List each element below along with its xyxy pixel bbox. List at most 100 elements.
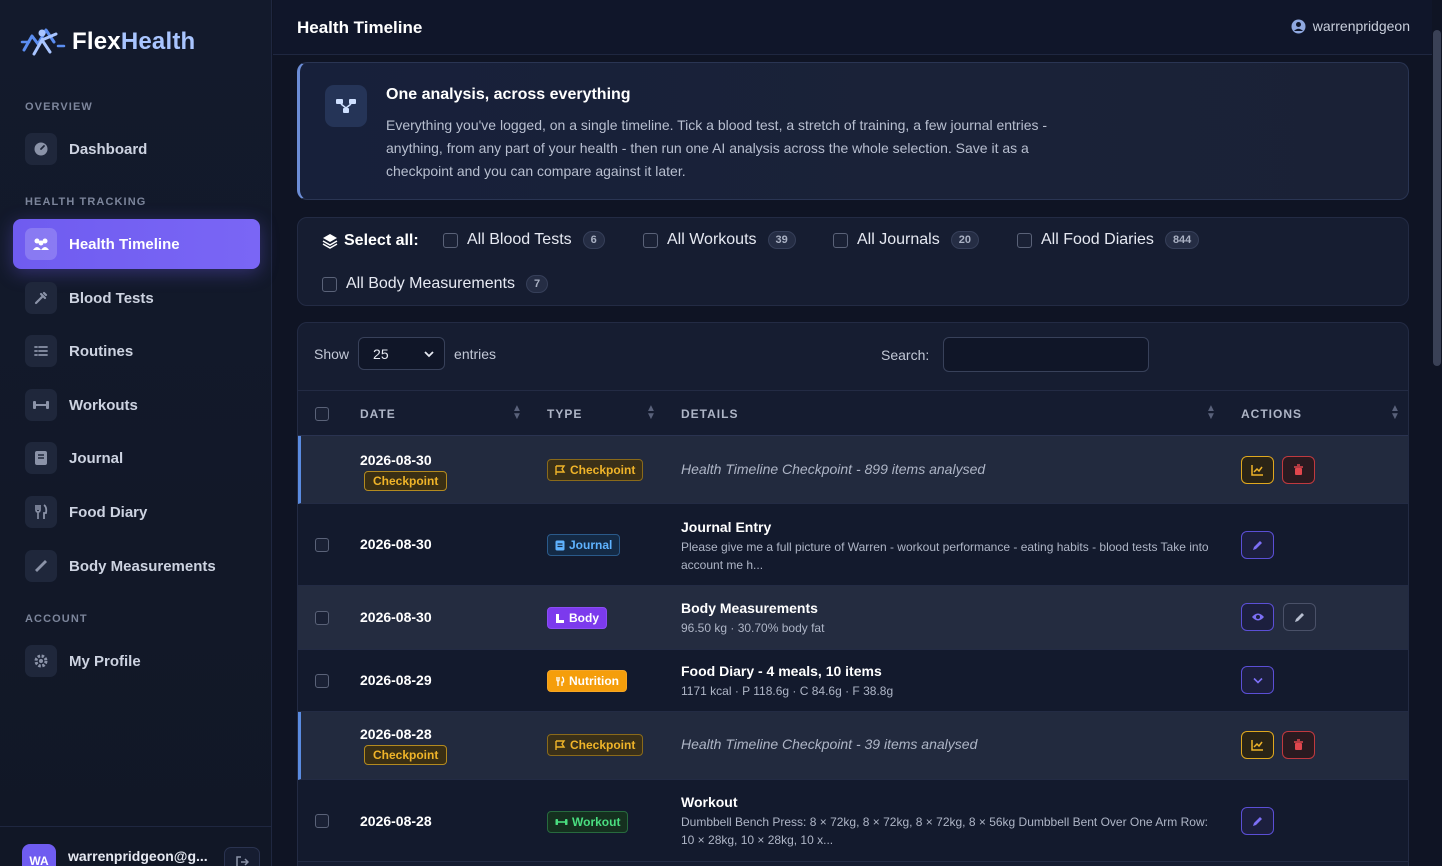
row-details-title: Food Diary - 4 meals, 10 items bbox=[681, 663, 882, 679]
section-label-overview: OVERVIEW bbox=[25, 101, 93, 113]
select-all-workouts[interactable]: All Workouts 39 bbox=[643, 231, 796, 249]
book-icon bbox=[25, 442, 57, 474]
row-checkbox[interactable] bbox=[315, 611, 329, 625]
page-title: Health Timeline bbox=[297, 18, 423, 37]
sidebar: FlexHealth OVERVIEW Dashboard HEALTH TRA… bbox=[0, 0, 272, 866]
row-details-title: Body Measurements bbox=[681, 600, 818, 616]
sidebar-item-label: Dashboard bbox=[69, 140, 148, 158]
section-label-health-tracking: HEALTH TRACKING bbox=[25, 196, 147, 208]
table-row[interactable]: 2026-08-28 Checkpoint Checkpoint Health … bbox=[298, 712, 1408, 780]
table-row[interactable]: 2026-08-30 Checkpoint Checkpoint Health … bbox=[298, 436, 1408, 504]
table-header: DATE ▲ ▼ TYPE ▲ ▼ DETAILS ▲ ▼ ACTIONS ▲ ▼ bbox=[298, 390, 1408, 436]
select-all-food-diaries[interactable]: All Food Diaries 844 bbox=[1017, 231, 1200, 249]
analysis-chart-button[interactable] bbox=[1241, 731, 1274, 759]
info-description: Everything you've logged, on a single ti… bbox=[386, 117, 1048, 179]
row-details: Health Timeline Checkpoint - 39 items an… bbox=[681, 736, 978, 752]
edit-button[interactable] bbox=[1241, 531, 1274, 559]
delete-button[interactable] bbox=[1282, 456, 1315, 484]
sidebar-item-label: Routines bbox=[69, 342, 134, 360]
type-badge: Nutrition bbox=[547, 670, 627, 692]
view-button[interactable] bbox=[1241, 603, 1274, 631]
sidebar-item-dashboard[interactable]: Dashboard bbox=[13, 124, 260, 174]
sidebar-item-label: Workouts bbox=[69, 396, 138, 414]
type-badge: Journal bbox=[547, 534, 621, 556]
table-row[interactable]: 2026-08-30 Journal Journal Entry Please … bbox=[298, 504, 1408, 586]
flexhealth-logo-icon bbox=[20, 28, 66, 56]
sidebar-item-my-profile[interactable]: My Profile bbox=[13, 636, 260, 686]
row-checkbox[interactable] bbox=[315, 814, 329, 828]
sidebar-item-health-timeline[interactable]: Health Timeline bbox=[13, 219, 260, 269]
scrollbar-thumb[interactable] bbox=[1433, 30, 1441, 366]
flag-icon bbox=[555, 464, 566, 475]
username: warrenpridgeon bbox=[1312, 18, 1410, 34]
timeline-table-card: Show 25 entries Search: DATE ▲ ▼ TYPE ▲ ▼ … bbox=[297, 322, 1409, 866]
row-checkbox[interactable] bbox=[315, 674, 329, 688]
sort-icon[interactable]: ▲ ▼ bbox=[512, 404, 522, 422]
row-details-text: Please give me a full picture of Warren … bbox=[681, 540, 1209, 572]
table-row[interactable]: 2026-08-28 Workout Workout Dumbbell Benc… bbox=[298, 780, 1408, 862]
column-details[interactable]: DETAILS bbox=[681, 407, 738, 421]
row-date: 2026-08-30 bbox=[360, 452, 432, 468]
table-row[interactable]: 2026-08-30 Body Body Measurements 96.50 … bbox=[298, 586, 1408, 650]
info-panel: One analysis, across everything Everythi… bbox=[297, 62, 1409, 200]
search-input[interactable] bbox=[943, 337, 1150, 372]
sidebar-item-body-measurements[interactable]: Body Measurements bbox=[13, 541, 260, 591]
entries-select[interactable]: 25 bbox=[358, 337, 446, 370]
delete-button[interactable] bbox=[1282, 731, 1315, 759]
sidebar-item-food-diary[interactable]: Food Diary bbox=[13, 487, 260, 537]
select-all-label: Select all: bbox=[322, 232, 419, 250]
edit-button[interactable] bbox=[1241, 807, 1274, 835]
sidebar-item-blood-tests[interactable]: Blood Tests bbox=[13, 273, 260, 323]
column-type[interactable]: TYPE bbox=[547, 407, 582, 421]
gauge-icon bbox=[25, 133, 57, 165]
entries-control: Show 25 entries bbox=[314, 337, 496, 370]
checkbox[interactable] bbox=[833, 232, 848, 248]
pencil-icon bbox=[1253, 540, 1262, 550]
row-checkbox[interactable] bbox=[315, 538, 329, 552]
edit-button[interactable] bbox=[1283, 603, 1316, 631]
sort-icon[interactable]: ▲ ▼ bbox=[646, 404, 656, 422]
count-badge: 20 bbox=[950, 231, 979, 249]
checkbox[interactable] bbox=[643, 232, 658, 248]
sort-icon[interactable]: ▲ ▼ bbox=[1206, 404, 1216, 422]
count-badge: 39 bbox=[767, 231, 796, 249]
chevron-down-icon bbox=[1252, 677, 1263, 684]
page-scrollbar[interactable] bbox=[1432, 0, 1442, 866]
checkbox[interactable] bbox=[322, 276, 337, 292]
brand-logo[interactable]: FlexHealth bbox=[20, 24, 195, 60]
sort-icon[interactable]: ▲ ▼ bbox=[1390, 404, 1400, 422]
logout-icon bbox=[236, 856, 249, 866]
search-control: Search: bbox=[881, 337, 1150, 372]
count-badge: 844 bbox=[1164, 231, 1200, 249]
dumbbell-icon bbox=[25, 389, 57, 421]
sidebar-item-routines[interactable]: Routines bbox=[13, 326, 260, 376]
users-icon bbox=[25, 228, 57, 260]
sidebar-item-workouts[interactable]: Workouts bbox=[13, 380, 260, 430]
type-badge: Checkpoint bbox=[547, 734, 644, 756]
sidebar-item-label: Journal bbox=[69, 449, 124, 467]
select-all-blood-tests[interactable]: All Blood Tests 6 bbox=[443, 231, 605, 249]
expand-button[interactable] bbox=[1241, 666, 1274, 694]
column-date[interactable]: DATE bbox=[360, 407, 396, 421]
sidebar-item-journal[interactable]: Journal bbox=[13, 433, 260, 483]
column-actions: ACTIONS bbox=[1241, 407, 1302, 421]
select-all-body-measurements[interactable]: All Body Measurements 7 bbox=[322, 275, 549, 293]
row-date: 2026-08-29 bbox=[360, 672, 432, 688]
flag-icon bbox=[555, 739, 566, 750]
type-badge: Body bbox=[547, 607, 607, 629]
sidebar-user[interactable]: WA warrenpridgeon@g... bbox=[0, 826, 272, 866]
row-details-text: 96.50 kg · 30.70% body fat bbox=[681, 621, 825, 635]
select-all-rows-checkbox[interactable] bbox=[315, 407, 329, 421]
logout-button[interactable] bbox=[224, 847, 260, 866]
table-row[interactable]: 2026-08-29 Nutrition Food Diary - 4 meal… bbox=[298, 650, 1408, 712]
checkpoint-tag: Checkpoint bbox=[364, 745, 448, 765]
checkbox[interactable] bbox=[443, 232, 458, 248]
sidebar-item-label: My Profile bbox=[69, 652, 141, 670]
user-menu[interactable]: warrenpridgeon bbox=[1291, 18, 1410, 34]
sidebar-item-label: Health Timeline bbox=[69, 235, 180, 253]
select-all-journals[interactable]: All Journals 20 bbox=[833, 231, 979, 249]
select-all-panel: Select all: All Blood Tests 6 All Workou… bbox=[297, 217, 1409, 306]
analysis-chart-button[interactable] bbox=[1241, 456, 1274, 484]
checkbox[interactable] bbox=[1017, 232, 1032, 248]
row-details-title: Journal Entry bbox=[681, 519, 772, 535]
